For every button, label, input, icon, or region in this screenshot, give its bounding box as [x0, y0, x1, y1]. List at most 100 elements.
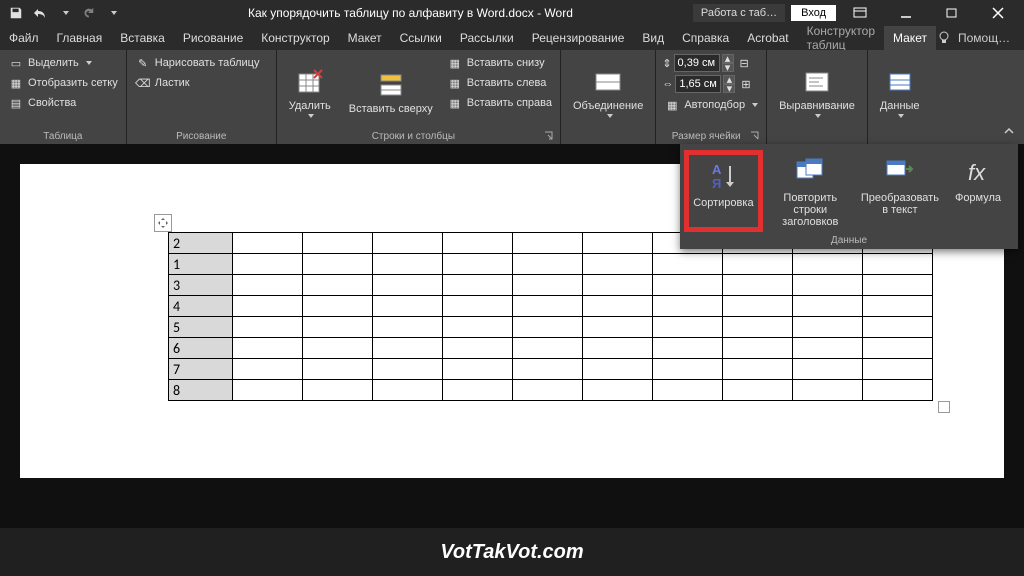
insert-below-button[interactable]: ▦Вставить снизу [445, 54, 554, 72]
table-cell[interactable] [723, 254, 793, 275]
table-cell[interactable] [583, 338, 653, 359]
table-cell[interactable] [653, 275, 723, 296]
undo-button[interactable] [30, 3, 50, 23]
eraser-button[interactable]: ⌫Ластик [133, 74, 262, 92]
insert-right-button[interactable]: ▦Вставить справа [445, 94, 554, 112]
table-cell[interactable] [303, 254, 373, 275]
table-cell[interactable] [373, 338, 443, 359]
table-cell[interactable] [233, 359, 303, 380]
tab-home[interactable]: Главная [48, 26, 112, 50]
table-cell[interactable] [303, 275, 373, 296]
collapse-ribbon-button[interactable] [1002, 124, 1016, 138]
tab-draw[interactable]: Рисование [174, 26, 252, 50]
table-cell[interactable] [233, 233, 303, 254]
tab-layout[interactable]: Макет [339, 26, 391, 50]
table-cell[interactable] [443, 359, 513, 380]
table-cell-first[interactable]: 4 [169, 296, 233, 317]
table-row[interactable]: 4 [169, 296, 933, 317]
table-cell[interactable] [653, 338, 723, 359]
table-cell[interactable] [513, 254, 583, 275]
distribute-rows-icon[interactable]: ⊟ [740, 57, 749, 70]
table-cell[interactable] [443, 254, 513, 275]
draw-table-button[interactable]: ✎Нарисовать таблицу [133, 54, 262, 72]
table-resize-handle[interactable] [938, 401, 950, 413]
redo-button[interactable] [78, 3, 98, 23]
table-cell[interactable] [653, 317, 723, 338]
table-cell-first[interactable]: 1 [169, 254, 233, 275]
table-cell[interactable] [653, 359, 723, 380]
ribbon-display-options-button[interactable] [838, 0, 882, 26]
table-cell[interactable] [583, 275, 653, 296]
merge-button[interactable]: Объединение [567, 54, 649, 129]
table-cell[interactable] [863, 317, 933, 338]
maximize-button[interactable] [930, 0, 974, 26]
table-cell[interactable] [443, 317, 513, 338]
table-cell-first[interactable]: 6 [169, 338, 233, 359]
sort-button[interactable]: А Я Сортировка [684, 150, 763, 232]
table-cell[interactable] [303, 359, 373, 380]
row-height-field[interactable]: ⇕ ▴▾ ⊟ [662, 54, 760, 72]
table-cell[interactable] [583, 296, 653, 317]
repeat-header-rows-button[interactable]: Повторить строки заголовков [763, 150, 858, 232]
table-cell[interactable] [723, 338, 793, 359]
table-cell[interactable] [233, 254, 303, 275]
table-cell[interactable] [863, 359, 933, 380]
tab-insert[interactable]: Вставка [111, 26, 174, 50]
convert-to-text-button[interactable]: Преобразовать в текст [858, 150, 942, 232]
table-cell[interactable] [723, 317, 793, 338]
insert-above-button[interactable]: Вставить сверху [343, 54, 439, 129]
table-cell[interactable] [303, 233, 373, 254]
table-cell[interactable] [233, 338, 303, 359]
table-cell[interactable] [443, 380, 513, 401]
table-cell[interactable] [723, 296, 793, 317]
tab-view[interactable]: Вид [633, 26, 673, 50]
table-cell-first[interactable]: 3 [169, 275, 233, 296]
table-cell[interactable] [583, 359, 653, 380]
table-cell[interactable] [513, 338, 583, 359]
tab-references[interactable]: Ссылки [391, 26, 451, 50]
table-cell[interactable] [303, 380, 373, 401]
table-cell[interactable] [863, 254, 933, 275]
table-cell[interactable] [443, 233, 513, 254]
tab-mailings[interactable]: Рассылки [451, 26, 523, 50]
table-cell[interactable] [793, 317, 863, 338]
table-cell[interactable] [373, 296, 443, 317]
view-gridlines-button[interactable]: ▦Отобразить сетку [6, 74, 120, 92]
table-cell[interactable] [513, 317, 583, 338]
tab-acrobat[interactable]: Acrobat [738, 26, 797, 50]
table-cell[interactable] [793, 338, 863, 359]
tab-design[interactable]: Конструктор [252, 26, 338, 50]
alignment-button[interactable]: Выравнивание [773, 54, 861, 129]
delete-button[interactable]: Удалить [283, 54, 337, 129]
table-cell[interactable] [233, 275, 303, 296]
table-cell[interactable] [653, 254, 723, 275]
insert-left-button[interactable]: ▦Вставить слева [445, 74, 554, 92]
table-cell-first[interactable]: 2 [169, 233, 233, 254]
table-cell[interactable] [513, 233, 583, 254]
table-cell[interactable] [373, 254, 443, 275]
width-down[interactable]: ▾ [723, 84, 735, 93]
table-cell[interactable] [303, 296, 373, 317]
table-cell[interactable] [583, 380, 653, 401]
document-table[interactable]: 21345678 [168, 232, 933, 401]
table-cell[interactable] [793, 359, 863, 380]
row-height-input[interactable] [674, 54, 720, 72]
autofit-button[interactable]: ▦Автоподбор [662, 96, 760, 114]
tab-review[interactable]: Рецензирование [523, 26, 634, 50]
table-cell[interactable] [863, 338, 933, 359]
table-cell[interactable] [373, 275, 443, 296]
table-row[interactable]: 7 [169, 359, 933, 380]
tab-file[interactable]: Файл [0, 26, 48, 50]
table-cell[interactable] [303, 317, 373, 338]
table-cell[interactable] [373, 380, 443, 401]
table-cell[interactable] [373, 317, 443, 338]
table-cell[interactable] [863, 296, 933, 317]
table-row[interactable]: 5 [169, 317, 933, 338]
tab-table-design[interactable]: Конструктор таблиц [798, 26, 884, 50]
table-cell[interactable] [653, 296, 723, 317]
tab-help[interactable]: Справка [673, 26, 738, 50]
table-cell[interactable] [513, 296, 583, 317]
table-cell[interactable] [793, 380, 863, 401]
qat-customize-button[interactable] [102, 3, 122, 23]
close-button[interactable] [976, 0, 1020, 26]
